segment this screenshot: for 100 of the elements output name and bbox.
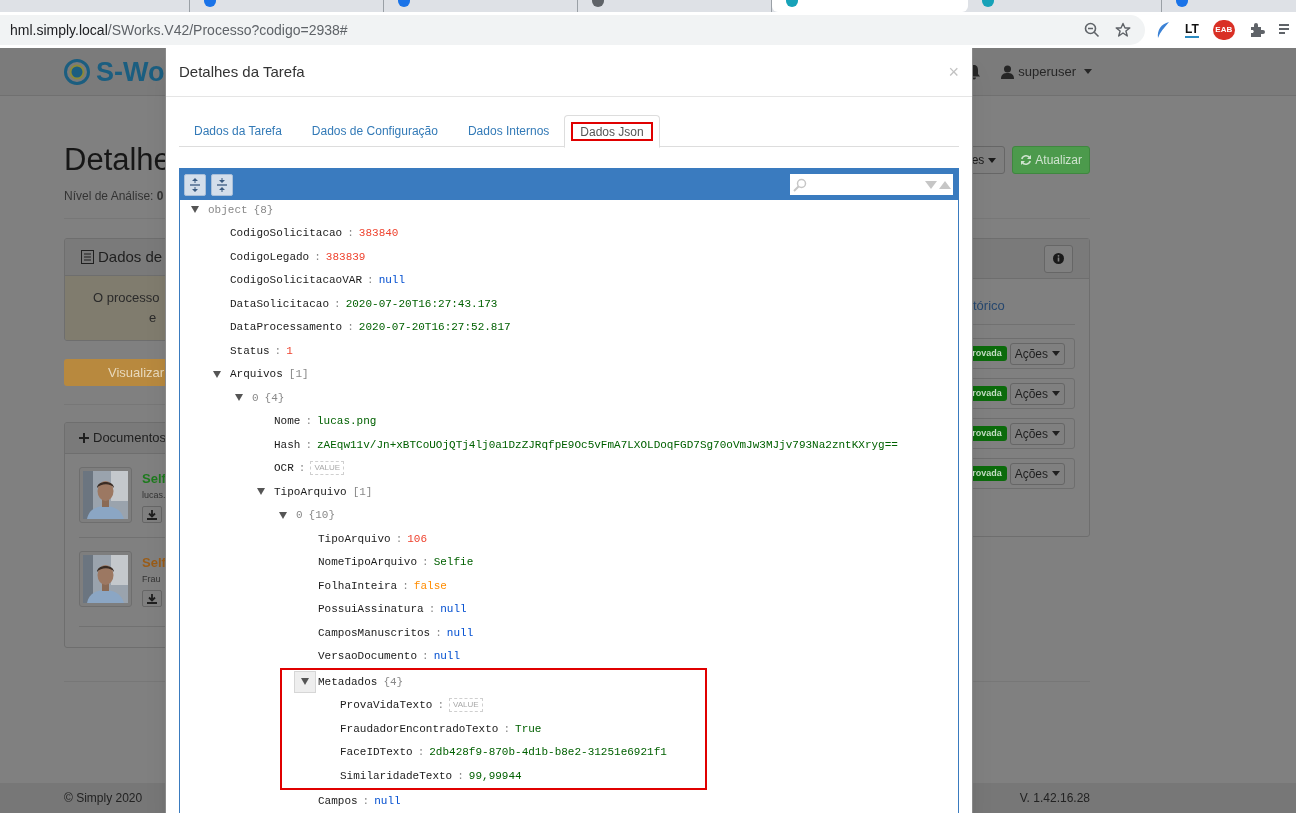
field-value[interactable]: 383839	[325, 248, 366, 265]
caret-down-icon	[191, 206, 199, 214]
zoom-out-icon[interactable]	[1084, 22, 1100, 38]
field-value[interactable]: 106	[407, 530, 428, 547]
info-button[interactable]	[1044, 244, 1073, 273]
separator: :	[314, 249, 321, 265]
tab[interactable]: Dados Json	[564, 115, 660, 148]
field-value[interactable]: 2020-07-20T16:27:52.817	[358, 319, 511, 336]
value-placeholder[interactable]: VALUE	[449, 698, 483, 713]
caret-down-icon	[213, 370, 221, 378]
tab[interactable]: Dados da Tarefa	[179, 115, 297, 147]
footer-text: © Simply 2020	[64, 790, 143, 807]
field-name: FaceIDTexto	[339, 745, 413, 760]
field-name: ProvaVidaTexto	[339, 698, 433, 713]
document-filename: lucas.	[142, 488, 166, 502]
extension-button[interactable]: EAB	[1212, 20, 1235, 40]
field-name: Arquivos	[229, 367, 283, 382]
actions-button[interactable]: Ações	[1009, 382, 1065, 405]
field-name: CodigoSolicitacaoVAR	[229, 273, 363, 288]
field-name: PossuiAssinatura	[317, 602, 424, 617]
actions-button[interactable]: Ações	[1009, 422, 1065, 445]
field-value[interactable]: True	[515, 720, 542, 737]
separator: :	[298, 461, 306, 476]
node-index: 0	[251, 390, 259, 406]
field-value[interactable]: 383840	[358, 225, 399, 242]
expand-toggle[interactable]	[294, 670, 316, 693]
field-value[interactable]: lucas.png	[317, 413, 377, 430]
caret-down-icon	[235, 394, 243, 402]
separator: :	[437, 698, 445, 713]
value-placeholder[interactable]: VALUE	[310, 461, 345, 476]
field-value[interactable]: null	[374, 793, 401, 810]
field-value[interactable]: false	[413, 577, 447, 594]
page-subtitle: Nível de Análise: 0	[64, 188, 165, 205]
field-value[interactable]: 1	[286, 342, 293, 359]
field-value[interactable]: null	[433, 648, 461, 665]
separator: :	[274, 343, 282, 359]
field-name: TipoArquivo	[317, 531, 391, 547]
collapse-icon	[216, 177, 228, 192]
caret-down-icon	[279, 511, 287, 519]
field-value[interactable]: null	[440, 601, 467, 618]
field-value[interactable]: 2020-07-20T16:27:43.173	[345, 295, 498, 312]
puzzle-icon[interactable]	[1248, 22, 1265, 38]
separator: :	[457, 768, 464, 784]
tab[interactable]: Dados de Configuração	[296, 115, 453, 147]
list-icon[interactable]	[1278, 23, 1291, 37]
logo-icon	[64, 58, 90, 85]
caret-icon	[1052, 391, 1060, 396]
tab[interactable]: Dados Internos	[452, 115, 565, 147]
field-name: Campos	[317, 794, 358, 809]
field-name: Hash	[273, 437, 301, 453]
caret-icon	[1052, 431, 1060, 436]
dialog-title: Detalhes da Tarefa	[179, 61, 305, 82]
user-menu[interactable]: superuser	[1001, 61, 1092, 82]
separator: :	[422, 555, 429, 570]
field-name: DataProcessamento	[229, 320, 343, 335]
separator: :	[395, 531, 403, 547]
search-icon	[793, 177, 807, 192]
separator: :	[422, 649, 429, 664]
message-text: e	[149, 309, 157, 327]
download-button[interactable]	[142, 506, 162, 523]
caret-icon	[1084, 69, 1092, 74]
actions-button[interactable]: Ações	[1009, 462, 1065, 485]
panel-title: Dados de	[98, 246, 163, 267]
field-value[interactable]: 2db428f9-870b-4d1b-b8e2-31251e6921f1	[429, 744, 667, 761]
star-icon[interactable]	[1115, 22, 1131, 38]
node-index: 0	[295, 508, 303, 523]
actions-button[interactable]: Ações	[1009, 342, 1065, 365]
feather-icon[interactable]	[1155, 21, 1171, 39]
field-value[interactable]: null	[446, 624, 474, 641]
separator: :	[428, 602, 436, 617]
field-value[interactable]: zAEqw11v/Jn+xBTCoUOjQTj4lj0a1DzZJRqfpE9Oc5vFmA7LXOLDoqFGD7Sg70oVmJw3MJjv793Na2zntKXryg==	[317, 436, 898, 453]
separator: :	[435, 625, 442, 641]
extension-button[interactable]: LT	[1185, 22, 1199, 38]
caret-icon	[988, 157, 997, 163]
plus-icon[interactable]	[79, 433, 89, 443]
download-button[interactable]	[142, 590, 162, 607]
browser-tab[interactable]	[772, 0, 968, 12]
item-count: {4}	[264, 390, 285, 406]
field-value[interactable]: Selfie	[433, 554, 474, 571]
separator: :	[347, 320, 354, 335]
download-icon	[147, 509, 157, 520]
caret-down-icon	[301, 678, 309, 686]
status-badge: rovada	[971, 346, 1007, 361]
refresh-button[interactable]: Atualizar	[1012, 146, 1090, 174]
collapse-all-button[interactable]	[211, 173, 233, 196]
field-value[interactable]: 99,99944	[468, 767, 522, 784]
field-name: SimilaridadeTexto	[339, 768, 453, 784]
field-name: VersaoDocumento	[317, 649, 418, 664]
field-value[interactable]: null	[378, 272, 406, 289]
field-name: CodigoLegado	[229, 249, 310, 265]
item-count: [1]	[352, 484, 373, 500]
field-name: CamposManuscritos	[317, 625, 431, 641]
field-name: FraudadorEncontradoTexto	[339, 721, 499, 737]
caret-down-icon	[257, 488, 265, 496]
info-icon	[1053, 253, 1064, 264]
expand-all-button[interactable]	[184, 173, 206, 196]
logo-text: S-Wo	[96, 56, 165, 87]
status-badge: rovada	[971, 466, 1007, 481]
download-icon	[147, 593, 157, 604]
address-field[interactable]: hml.simply.local/SWorks.V42/Processo?codigo=2938#	[0, 15, 1145, 45]
